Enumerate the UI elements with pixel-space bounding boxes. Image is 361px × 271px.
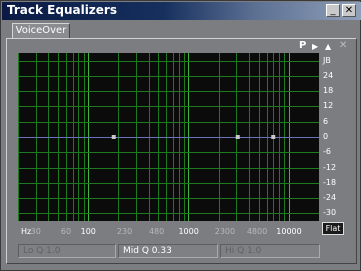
close-icon[interactable]: ✕ [339, 41, 347, 51]
play-icon[interactable]: ▶ [312, 42, 318, 52]
db-label: -12 [323, 162, 337, 172]
eq-band-handle-3[interactable] [271, 135, 276, 139]
db-label: -30 [323, 208, 337, 218]
hi-q-readout[interactable]: Hi Q 1.0 [220, 244, 320, 258]
frequency-label: 60 [60, 227, 72, 236]
frequency-label: 4800 [246, 227, 268, 236]
db-label: JB [323, 55, 331, 65]
db-label: 6 [323, 116, 329, 126]
db-label: 18 [323, 86, 334, 96]
tab-strip: VoiceOver [6, 23, 357, 39]
frequency-label: 10000 [276, 227, 302, 236]
eq-graph-svg [18, 53, 319, 221]
eq-band-handle-2[interactable] [235, 135, 240, 139]
frequency-label: 480 [148, 227, 165, 236]
db-label: 24 [323, 70, 334, 80]
window-title: Track Equalizers [7, 3, 117, 17]
lo-q-readout[interactable]: Lo Q 1.0 [18, 244, 116, 258]
db-label: -24 [323, 193, 337, 203]
minimize-button[interactable]: _ [326, 4, 340, 17]
frequency-label: 230 [116, 227, 133, 236]
frequency-label: 2300 [214, 227, 236, 236]
db-label: -18 [323, 177, 337, 187]
db-label: 12 [323, 101, 334, 111]
close-window-button[interactable]: ✕ [342, 4, 356, 17]
collapse-icon[interactable]: ▲ [325, 42, 331, 52]
frequency-label: 1000 [178, 227, 199, 236]
frequency-label: 100 [80, 227, 96, 236]
flat-button[interactable]: Flat [322, 222, 344, 235]
tab-voiceover[interactable]: VoiceOver [12, 23, 70, 39]
eq-graph[interactable] [18, 53, 319, 221]
eq-band-handle-1[interactable] [111, 135, 116, 139]
title-bar[interactable]: Track Equalizers _ ✕ [2, 2, 361, 20]
preset-button[interactable]: P [299, 41, 306, 51]
frequency-label: 30 [30, 227, 41, 236]
db-label: -6 [323, 147, 331, 157]
db-label: 0 [323, 132, 329, 141]
track-equalizers-window: Track Equalizers _ ✕ VoiceOver P ▶ ▲ ✕ J… [0, 0, 361, 271]
mid-q-readout[interactable]: Mid Q 0.33 [118, 244, 218, 258]
